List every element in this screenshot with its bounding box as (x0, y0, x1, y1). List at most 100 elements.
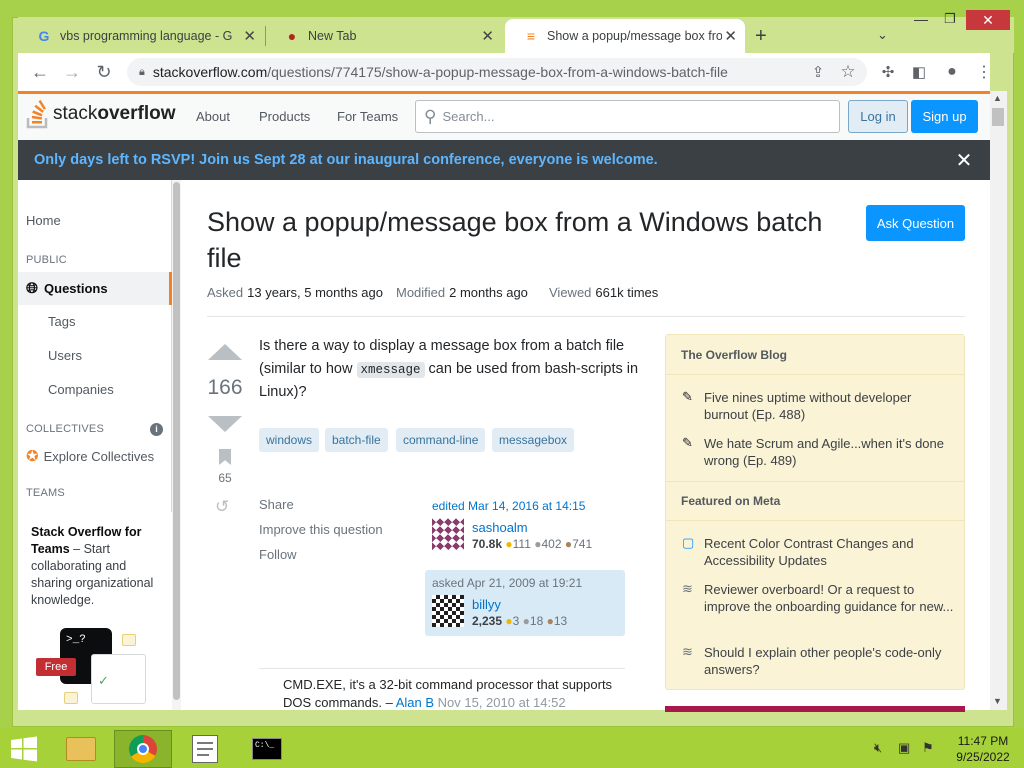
sidebar-heading-public: PUBLIC (26, 254, 67, 266)
stackoverflow-logo[interactable]: stack overflow (26, 99, 175, 129)
close-icon[interactable]: ✕ (953, 149, 975, 172)
profile-avatar-icon[interactable]: ● (940, 60, 964, 84)
stackoverflow-icon: ≡ (526, 28, 536, 44)
meta-viewed: Viewed 661k times (549, 285, 659, 300)
notepad-icon[interactable] (176, 730, 234, 768)
downvote-arrow-icon[interactable] (208, 416, 242, 432)
free-badge: Free (36, 658, 76, 676)
cmd-icon[interactable]: C:\_ (238, 730, 296, 768)
teams-promo-text: Stack Overflow for Teams – Start collabo… (31, 525, 154, 607)
sidebar-item-companies[interactable]: Companies (48, 382, 114, 397)
file-explorer-icon[interactable] (52, 730, 110, 768)
new-tab-button[interactable]: + (755, 25, 767, 48)
improve-question-link[interactable]: Improve this question (259, 522, 383, 537)
scroll-down-arrow-icon[interactable]: ▼ (993, 696, 1002, 706)
tag-batch-file[interactable]: batch-file (325, 428, 388, 452)
lock-icon: 🔒︎ (139, 65, 145, 78)
globe-icon: 🌐︎ (26, 280, 39, 297)
asker-avatar[interactable] (432, 595, 464, 627)
extensions-icon[interactable]: ✣ (876, 60, 900, 84)
close-window-button[interactable]: ✕ (966, 10, 1010, 30)
collectives-star-icon: ✪ (26, 448, 39, 465)
edited-timestamp[interactable]: edited Mar 14, 2016 at 14:15 (432, 499, 585, 513)
clock-time: 11:47 PM (957, 734, 1009, 748)
search-input[interactable]: ⚲ Search... (415, 100, 840, 133)
bookmark-star-icon[interactable]: ☆ (836, 60, 860, 84)
signup-button[interactable]: Sign up (911, 100, 978, 133)
maximize-button[interactable]: ❐ (937, 11, 963, 27)
search-icon: ⚲ (424, 106, 437, 126)
speaker-muted-icon[interactable]: 🔇︎ (874, 740, 882, 756)
sidebar-heading-teams: TEAMS (26, 487, 65, 499)
blog-item[interactable]: We hate Scrum and Agile...when it's done… (704, 435, 954, 469)
sidebar-item-home[interactable]: Home (26, 213, 61, 228)
sidebar-item-explore-collectives[interactable]: ✪ Explore Collectives (26, 447, 154, 465)
sidebar-item-questions[interactable]: 🌐︎ Questions (18, 272, 172, 305)
meta-item[interactable]: Reviewer overboard! Or a request to impr… (704, 581, 954, 615)
meta-modified: Modified 2 months ago (396, 285, 528, 300)
tab-new-tab[interactable]: ● New Tab ✕ (266, 19, 502, 53)
meta-item[interactable]: Recent Color Contrast Changes and Access… (704, 535, 954, 569)
editor-name[interactable]: sashoalm (472, 520, 528, 535)
tag-messagebox[interactable]: messagebox (492, 428, 575, 452)
announcement-banner: Only days left to RSVP! Join us Sept 28 … (18, 140, 990, 180)
meta-item[interactable]: Should I explain other people's code-onl… (704, 644, 954, 678)
sidebar-scrollbar-thumb[interactable] (173, 182, 180, 700)
sidebar-item-users[interactable]: Users (48, 348, 82, 363)
close-tab-icon[interactable]: ✕ (481, 27, 494, 45)
forward-arrow-icon[interactable]: → (60, 60, 84, 84)
pencil-icon: ✎ (682, 435, 693, 450)
back-arrow-icon[interactable]: ← (28, 60, 52, 84)
divider (259, 668, 625, 669)
blog-item[interactable]: Five nines uptime without developer burn… (704, 389, 954, 423)
upvote-arrow-icon[interactable] (208, 344, 242, 360)
comment: CMD.EXE, it's a 32-bit command processor… (283, 677, 613, 710)
sidebar-heading-collectives: COLLECTIVES (26, 423, 105, 435)
network-icon[interactable]: ▣ (898, 740, 910, 756)
nav-for-teams[interactable]: For Teams (337, 109, 398, 124)
share-link[interactable]: Share (259, 497, 294, 512)
login-button[interactable]: Log in (848, 100, 908, 133)
tab-google[interactable]: G vbs programming language - Go ✕ (18, 19, 264, 53)
close-tab-icon[interactable]: ✕ (243, 27, 256, 45)
address-bar[interactable]: 🔒︎ stackoverflow.com/questions/774175/sh… (127, 58, 867, 86)
taskbar-clock[interactable]: 11:47 PM 9/25/2022 (950, 733, 1016, 765)
tag-windows[interactable]: windows (259, 428, 320, 452)
info-icon[interactable]: i (150, 423, 163, 436)
tag-command-line[interactable]: command-line (396, 428, 486, 452)
speech-bubble-icon (122, 634, 136, 646)
windows-start-icon[interactable] (10, 736, 38, 762)
inline-code: xmessage (356, 361, 425, 378)
chat-bubble-icon: ▢ (682, 535, 695, 550)
reload-icon[interactable]: ↻ (92, 60, 116, 84)
history-icon[interactable]: ↺ (215, 497, 229, 517)
page-scrollbar[interactable] (990, 91, 1007, 710)
banner-text[interactable]: Only days left to RSVP! Join us Sept 28 … (34, 152, 658, 168)
sidebar-item-tags[interactable]: Tags (48, 314, 75, 329)
comment-user[interactable]: Alan B (396, 695, 434, 710)
asker-name[interactable]: billyy (472, 597, 501, 612)
ask-question-button[interactable]: Ask Question (866, 205, 965, 241)
bookmark-count: 65 (218, 471, 232, 485)
action-center-icon[interactable]: ⚑ (922, 740, 934, 756)
editor-avatar[interactable] (432, 518, 464, 550)
scroll-up-arrow-icon[interactable]: ▲ (993, 93, 1002, 103)
nav-products[interactable]: Products (259, 109, 310, 124)
meta-asked: Asked 13 years, 5 months ago (207, 285, 383, 300)
page-scrollbar-thumb[interactable] (992, 108, 1004, 126)
question-body: Is there a way to display a message box … (259, 338, 639, 400)
share-icon[interactable]: ⇪ (806, 60, 830, 84)
close-tab-icon[interactable]: ✕ (724, 27, 737, 45)
chrome-menu-icon[interactable]: ⋮ (972, 60, 996, 84)
vote-count: 166 (207, 376, 243, 399)
minimize-button[interactable]: — (908, 11, 934, 27)
question-title[interactable]: Show a popup/message box from a Windows … (207, 204, 847, 276)
nav-about[interactable]: About (196, 109, 230, 124)
chrome-icon[interactable] (114, 730, 172, 768)
stackexchange-icon: ≋ (682, 644, 693, 659)
teams-illustration: >_? Free ✓ (36, 624, 156, 710)
tab-search-icon[interactable]: ⌄ (877, 27, 888, 43)
tab-stackoverflow[interactable]: ≡ Show a popup/message box from ✕ (505, 19, 745, 53)
follow-link[interactable]: Follow (259, 547, 297, 562)
side-panel-icon[interactable]: ◧ (907, 60, 931, 84)
